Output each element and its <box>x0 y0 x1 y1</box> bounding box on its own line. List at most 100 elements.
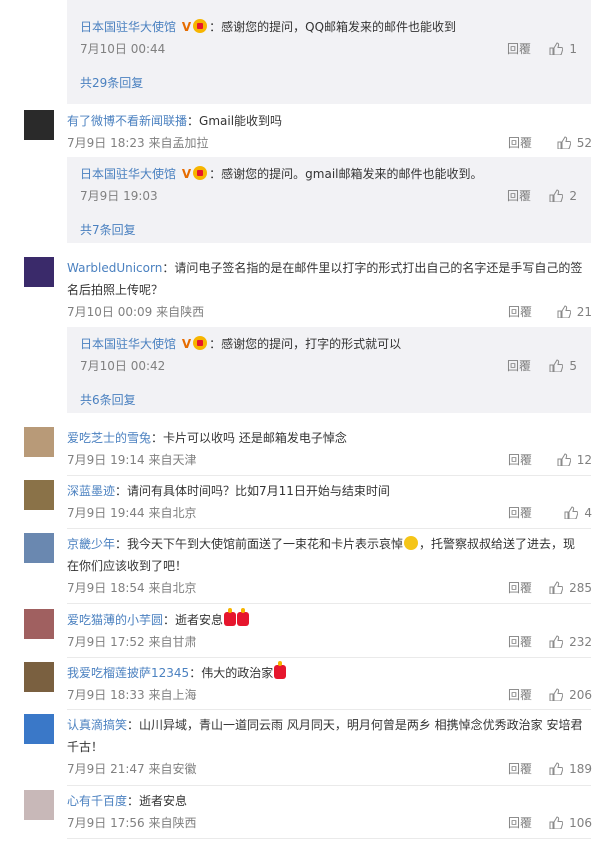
comment-time: 7月10日 00:09 来自陕西 <box>67 305 205 319</box>
like-button[interactable]: 232 <box>549 631 592 653</box>
divider <box>67 838 591 839</box>
avatar[interactable] <box>24 662 54 692</box>
like-count: 5 <box>569 359 577 373</box>
avatar[interactable] <box>24 790 54 820</box>
comment-text: 山川异域，青山一道同云雨 风月同天，明月何曾是两乡 相携悼念优秀政治家 安培君 <box>139 718 583 732</box>
like-button[interactable]: 52 <box>557 132 592 154</box>
reply-button[interactable]: 回覆 <box>508 684 532 706</box>
thumb-up-icon <box>549 359 564 372</box>
thumb-up-icon <box>557 136 571 149</box>
candle-icon <box>224 608 237 626</box>
comment-text: 逝者安息 <box>139 794 188 808</box>
more-replies-link[interactable]: 共6条回复 <box>80 389 591 411</box>
comment-text: 请问电子签名指的是在邮件里以打字的形式打出自己的名字还是手写自己的签 <box>174 261 583 275</box>
reply-button[interactable]: 回覆 <box>507 38 531 60</box>
reply-button[interactable]: 回覆 <box>508 812 532 834</box>
avatar[interactable] <box>24 714 54 744</box>
reply-thread-1: 日本国驻华大使馆 V ：感谢您的提问。gmail邮箱发来的邮件也能收到。 7月9日… <box>67 157 591 243</box>
avatar[interactable] <box>24 533 54 563</box>
comment-text: Gmail能收到吗 <box>199 114 283 128</box>
comment-meta: 7月9日 18:33 来自上海 回覆 206 <box>67 684 592 706</box>
comment-username[interactable]: 京畿少年 <box>67 537 115 551</box>
member-badge-icon <box>193 336 208 350</box>
comment-item: 深蓝墨迹：请问有具体时间吗？比如7月11日开始与结束时间 7月9日 19:44 … <box>24 480 592 524</box>
reply-username[interactable]: 日本国驻华大使馆 <box>80 167 176 181</box>
comment-meta: 7月9日 19:14 来自天津 回覆 12 <box>67 449 592 471</box>
divider <box>67 528 591 529</box>
like-button[interactable]: 5 <box>549 355 577 377</box>
thumb-up-icon <box>549 816 564 829</box>
comment-text: 请问有具体时间吗？比如7月11日开始与结束时间 <box>127 484 390 498</box>
comment-text-cont: ，托警察叔叔给送了进去，现 <box>419 537 576 551</box>
thumb-up-icon <box>549 189 564 202</box>
reply-button[interactable]: 回覆 <box>508 132 532 154</box>
reply-text: 感谢您的提问，打字的形式就可以 <box>221 337 402 351</box>
more-replies-link[interactable]: 共7条回复 <box>80 219 591 241</box>
avatar[interactable] <box>24 480 54 510</box>
comment-meta: 7月9日 21:47 来自安徽 回覆 189 <box>67 758 592 780</box>
reply-button[interactable]: 回覆 <box>508 301 532 323</box>
like-button[interactable]: 21 <box>557 301 592 323</box>
reply-text: 感谢您的提问。gmail邮箱发来的邮件也能收到。 <box>221 167 483 181</box>
comment-text-cont: 千古！ <box>67 740 104 754</box>
comment-item: WarbledUnicorn：请问电子签名指的是在邮件里以打字的形式打出自己的名… <box>24 257 592 323</box>
reply-button[interactable]: 回覆 <box>508 758 532 780</box>
like-button[interactable]: 1 <box>549 38 577 60</box>
thumb-up-icon <box>549 635 564 648</box>
like-button[interactable]: 2 <box>549 185 577 207</box>
comment-item: 爱吃猫薄的小芋圆：逝者安息 7月9日 17:52 来自甘肃 回覆 232 <box>24 608 592 653</box>
like-button[interactable]: 4 <box>564 502 592 524</box>
comment-username[interactable]: WarbledUnicorn <box>67 261 162 275</box>
comment-username[interactable]: 爱吃芝士的雪兔 <box>67 431 151 445</box>
comment-username[interactable]: 我爱吃榴莲披萨12345 <box>67 666 189 680</box>
comment-username[interactable]: 有了微博不看新闻联播 <box>67 114 187 128</box>
reply-text: 感谢您的提问，QQ邮箱发来的邮件也能收到 <box>221 20 457 34</box>
reply-username[interactable]: 日本国驻华大使馆 <box>80 337 176 351</box>
like-button[interactable]: 206 <box>549 684 592 706</box>
like-button[interactable]: 12 <box>557 449 592 471</box>
reply-meta: 7月10日 00:42 回覆 5 <box>80 355 591 377</box>
comment-item: 有了微博不看新闻联播：Gmail能收到吗 7月9日 18:23 来自孟加拉 回覆… <box>24 110 592 154</box>
comment-username[interactable]: 爱吃猫薄的小芋圆 <box>67 613 163 627</box>
avatar[interactable] <box>24 257 54 287</box>
candle-icon <box>237 608 250 626</box>
thumb-up-icon <box>549 42 564 55</box>
comment-item: 认真滴搞笑：山川异域，青山一道同云雨 风月同天，明月何曾是两乡 相携悼念优秀政治… <box>24 714 592 780</box>
comment-item: 我爱吃榴莲披萨12345：伟大的政治家 7月9日 18:33 来自上海 回覆 2… <box>24 661 592 706</box>
reply-button[interactable]: 回覆 <box>508 449 532 471</box>
reply-button[interactable]: 回覆 <box>507 355 531 377</box>
reply-button[interactable]: 回覆 <box>508 577 532 599</box>
comment-meta: 7月10日 00:09 来自陕西 回覆 21 <box>67 301 592 323</box>
reply-time: 7月10日 00:44 <box>80 42 166 56</box>
comment-page: 日本国驻华大使馆 V ：感谢您的提问，QQ邮箱发来的邮件也能收到 7月10日 00… <box>0 0 607 846</box>
like-button[interactable]: 106 <box>549 812 592 834</box>
thumb-up-icon <box>557 305 571 318</box>
reply-time: 7月10日 00:42 <box>80 359 166 373</box>
more-replies-link[interactable]: 共29条回复 <box>80 72 591 94</box>
reply-button[interactable]: 回覆 <box>507 185 531 207</box>
like-count: 106 <box>569 816 592 830</box>
crying-emoji-icon <box>404 536 419 550</box>
comment-username[interactable]: 心有千百度 <box>67 794 127 808</box>
like-count: 21 <box>576 305 592 319</box>
comment-time: 7月9日 18:33 来自上海 <box>67 688 197 702</box>
avatar[interactable] <box>24 427 54 457</box>
like-button[interactable]: 189 <box>549 758 592 780</box>
comment-time: 7月9日 19:14 来自天津 <box>67 453 197 467</box>
comment-meta: 7月9日 17:56 来自陕西 回覆 106 <box>67 812 592 834</box>
comment-meta: 7月9日 17:52 来自甘肃 回覆 232 <box>67 631 592 653</box>
like-count: 189 <box>569 762 592 776</box>
thumb-up-icon <box>549 581 564 594</box>
like-count: 1 <box>569 42 577 56</box>
reply-button[interactable]: 回覆 <box>508 502 532 524</box>
avatar[interactable] <box>24 609 54 639</box>
avatar[interactable] <box>24 110 54 140</box>
reply-username[interactable]: 日本国驻华大使馆 <box>80 20 176 34</box>
like-count: 52 <box>576 136 592 150</box>
comment-username[interactable]: 深蓝墨迹 <box>67 484 115 498</box>
reply-button[interactable]: 回覆 <box>508 631 532 653</box>
comment-text: 卡片可以收吗 还是邮箱发电子悼念 <box>163 431 347 445</box>
comment-username[interactable]: 认真滴搞笑 <box>67 718 127 732</box>
like-button[interactable]: 285 <box>549 577 592 599</box>
verified-badge-icon: V <box>181 337 192 351</box>
